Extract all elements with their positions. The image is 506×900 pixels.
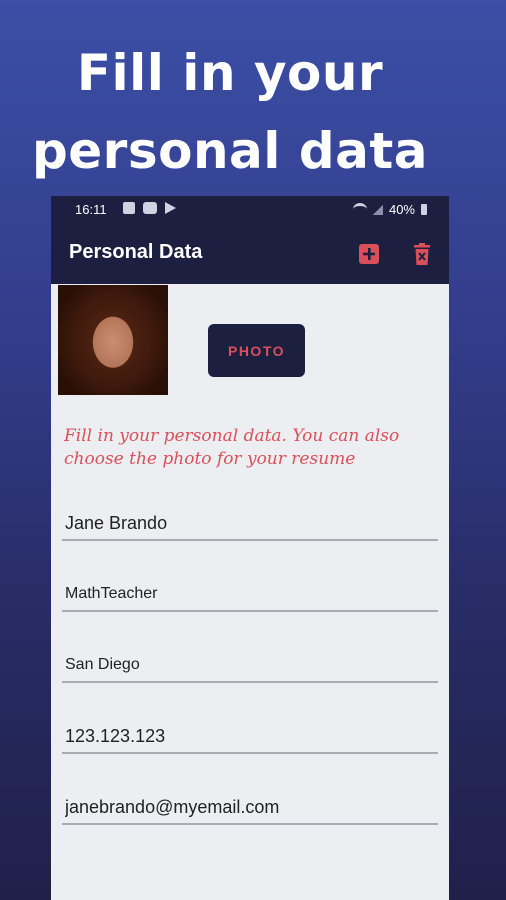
status-bar: 16:11 40% xyxy=(51,196,449,224)
notification-icons xyxy=(123,202,176,214)
status-time: 16:11 xyxy=(75,202,107,217)
photo-button[interactable]: PHOTO xyxy=(208,324,305,377)
page-title: Personal Data xyxy=(69,241,203,263)
image-notification-icon xyxy=(123,202,135,214)
battery-icon xyxy=(421,204,427,215)
name-field[interactable] xyxy=(62,507,438,541)
battery-percent: 40% xyxy=(388,202,415,217)
youtube-notification-icon xyxy=(143,202,157,214)
profile-photo xyxy=(58,285,168,395)
instruction-text: Fill in your personal data. You can also… xyxy=(64,426,400,469)
phone-field[interactable] xyxy=(62,720,438,754)
play-store-notification-icon xyxy=(165,202,176,214)
app-bar: Personal Data xyxy=(51,224,449,284)
phone-screen: 16:11 40% Personal Data PHOTO Fill in yo… xyxy=(51,196,449,900)
email-field[interactable] xyxy=(62,791,438,825)
delete-button[interactable] xyxy=(410,242,434,266)
city-field[interactable] xyxy=(62,649,438,683)
add-button[interactable] xyxy=(357,242,381,266)
promo-headline-line2: personal data xyxy=(31,122,429,180)
trash-icon xyxy=(414,243,430,265)
profession-field[interactable] xyxy=(62,578,438,612)
wifi-icon xyxy=(352,203,367,216)
promo-headline-line1: Fill in your xyxy=(76,44,384,102)
signal-icon xyxy=(372,204,383,215)
system-icons: 40% xyxy=(352,202,427,217)
add-box-icon xyxy=(359,244,379,264)
